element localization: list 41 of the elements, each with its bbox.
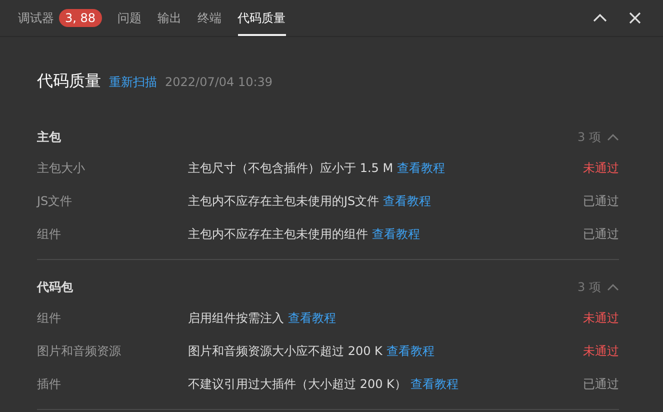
tutorial-link[interactable]: 查看教程: [372, 226, 420, 243]
check-name: 组件: [37, 226, 62, 243]
check-rule: 主包内不应存在主包未使用的组件: [188, 226, 368, 243]
check-name: JS文件: [37, 193, 74, 210]
check-rule: 不建议引用过大插件（大小超过 200 K）: [188, 376, 406, 393]
item-count: 3 项: [578, 278, 601, 296]
error-count-badge: 3, 88: [59, 9, 102, 27]
check-status: 已通过: [583, 193, 619, 210]
check-rule: 主包尺寸（不包含插件）应小于 1.5 M: [188, 160, 394, 177]
check-rule: 主包内不应存在主包未使用的JS文件: [188, 193, 380, 210]
check-name: 组件: [37, 310, 62, 327]
section-title: 主包: [37, 128, 61, 146]
panel-tab[interactable]: 问题: [118, 0, 142, 36]
tutorial-link[interactable]: 查看教程: [383, 193, 432, 210]
check-rule: 启用组件按需注入: [188, 310, 284, 327]
check-status: 未通过: [583, 310, 619, 327]
collapse-caret-icon[interactable]: [607, 283, 619, 291]
check-rule: 图片和音频资源大小应不超过 200 K: [188, 343, 382, 360]
panel-tab[interactable]: 代码质量: [238, 0, 286, 36]
check-name: 图片和音频资源: [37, 343, 122, 360]
tutorial-link[interactable]: 查看教程: [410, 376, 458, 393]
check-name: 插件: [37, 376, 62, 393]
collapse-caret-icon[interactable]: [607, 133, 619, 141]
panel-tab[interactable]: 输出: [158, 0, 182, 36]
page-title: 代码质量: [37, 71, 101, 92]
check-status: 已通过: [583, 376, 619, 393]
scan-time: 2022/07/04 10:39: [165, 75, 273, 89]
panel-tab[interactable]: 调试器: [18, 0, 54, 36]
section-title: 代码包: [37, 278, 73, 296]
tutorial-link[interactable]: 查看教程: [397, 160, 446, 177]
close-icon[interactable]: [629, 12, 641, 24]
check-status: 未通过: [583, 343, 619, 360]
check-status: 未通过: [583, 160, 619, 177]
check-name: 主包大小: [37, 160, 86, 177]
panel-tab[interactable]: 终端: [198, 0, 222, 36]
tutorial-link[interactable]: 查看教程: [288, 310, 336, 327]
item-count: 3 项: [578, 128, 601, 146]
tutorial-link[interactable]: 查看教程: [386, 343, 434, 360]
chevron-up-icon[interactable]: [593, 13, 607, 23]
check-status: 已通过: [583, 226, 619, 243]
rescan-link[interactable]: 重新扫描: [109, 74, 157, 91]
